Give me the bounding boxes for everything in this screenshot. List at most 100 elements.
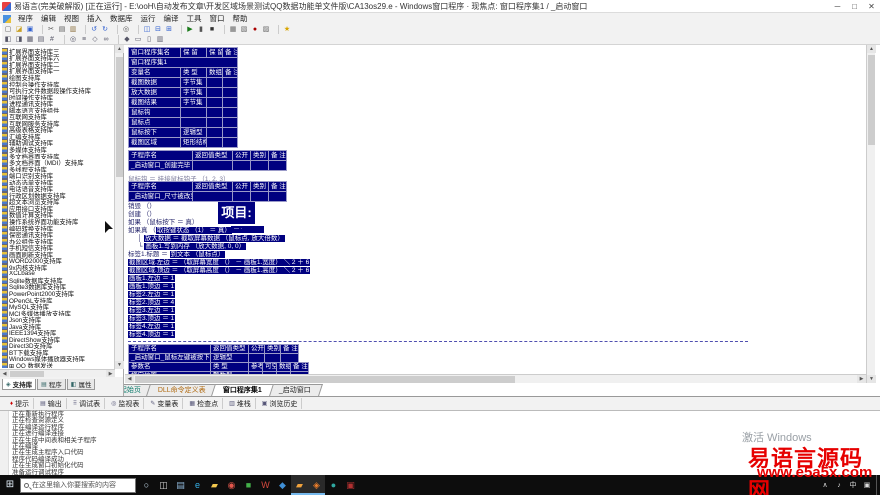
cut-icon[interactable]: ✂ [42, 25, 56, 34]
menu-item[interactable]: 帮助 [229, 13, 252, 24]
variable-name-cell[interactable]: 放大数据 [129, 88, 181, 98]
table-header-cell[interactable]: 类 型 [211, 363, 249, 372]
menu-item[interactable]: 工具 [183, 13, 206, 24]
app-chrome-icon[interactable]: ◉ [223, 475, 240, 495]
app-elang-icon[interactable]: ◈ [308, 475, 325, 495]
pause-icon[interactable]: ▮ [196, 25, 206, 34]
table-header-cell[interactable]: 备 注 [281, 345, 299, 354]
menu-item[interactable]: 编辑 [37, 13, 60, 24]
variable-name-cell[interactable]: 鼠标点 [129, 118, 181, 128]
output-tab-button[interactable]: ⠿ 调试表 [69, 398, 105, 409]
table-header-cell[interactable]: 备 注 [223, 68, 238, 78]
code-line[interactable]: 画板1.左边 ＝ 1 [128, 275, 828, 283]
table-header-cell[interactable]: 可空 [263, 363, 277, 372]
grid-icon[interactable]: ▦ [25, 35, 35, 44]
variable-type-cell[interactable]: 字节集 [181, 88, 207, 98]
open-file-icon[interactable]: ◪ [14, 25, 24, 34]
package-icon[interactable]: ▨ [261, 25, 271, 34]
editor-tab[interactable]: DLL命令定义表 [146, 384, 218, 396]
app-blue-icon[interactable]: ◆ [274, 475, 291, 495]
variable-row[interactable]: 鼠标钩 [129, 108, 238, 118]
left-panel-tab[interactable]: ◈ 支持库 [2, 379, 36, 390]
table-header-cell[interactable]: 保 留 [181, 48, 207, 58]
output-tab-button[interactable]: ▦ 检查点 [185, 398, 223, 409]
scrollbar-thumb[interactable] [868, 55, 875, 145]
table-header-cell[interactable]: 子程序名 [129, 345, 211, 354]
editor-vertical-scrollbar[interactable]: ▲ ▼ [866, 45, 875, 383]
scrollbar-thumb[interactable] [116, 57, 123, 177]
copy-icon[interactable]: ▤ [57, 25, 67, 34]
scrollbar-thumb[interactable] [135, 376, 515, 383]
variable-name-cell[interactable]: 截图结果 [129, 98, 181, 108]
variable-name-cell[interactable]: 鼠标钩 [129, 108, 181, 118]
variable-row[interactable]: 鼠标点 [129, 118, 238, 128]
save-icon[interactable]: ▣ [25, 25, 35, 34]
link-icon[interactable]: ∞ [101, 35, 111, 44]
stop-icon[interactable]: ■ [207, 25, 217, 34]
output-tab-button[interactable]: ✎ 变量表 [146, 398, 183, 409]
scroll-up-icon[interactable]: ▲ [115, 45, 124, 53]
cortana-icon[interactable]: ○ [138, 475, 155, 495]
mark-icon[interactable]: ◆ [118, 35, 132, 44]
table-header-cell[interactable]: 类 型 [181, 68, 207, 78]
debug-icon[interactable]: ▧ [239, 25, 249, 34]
table-header-cell[interactable]: 公开 [249, 345, 265, 354]
variable-type-cell[interactable]: 逻辑型 [181, 128, 207, 138]
code-editor-area[interactable]: 窗口程序集名保 留保 留备 注 窗口程序集1 变量名类 型数组备 注 截图数据 … [125, 45, 866, 374]
app-darkred-icon[interactable]: ▣ [342, 475, 359, 495]
table-header-cell[interactable]: 窗口程序集名 [129, 48, 181, 58]
taskview-icon[interactable]: ◫ [155, 475, 172, 495]
menu-item[interactable]: 编译 [160, 13, 183, 24]
table-header-cell[interactable]: 备 注 [291, 363, 309, 372]
app-green-icon[interactable]: ■ [240, 475, 257, 495]
variable-row[interactable]: 截图区域 矩形结构 [129, 138, 238, 148]
tag-icon[interactable]: ◇ [90, 35, 100, 44]
editor-horizontal-scrollbar[interactable]: ◀ ▶ [125, 374, 866, 383]
code-line[interactable]: 标签3.顶边 ＝ 1 [128, 315, 828, 323]
frame-icon[interactable]: ▭ [133, 35, 143, 44]
table-header-cell[interactable]: 数组 [277, 363, 291, 372]
app-teal-icon[interactable]: ● [325, 475, 342, 495]
subroutine-name-cell[interactable]: _启动窗口_创建完毕 [129, 161, 193, 171]
code-line[interactable]: 标签4.顶边 ＝ 1 [128, 331, 828, 339]
minimize-button[interactable]: ─ [829, 0, 846, 13]
assembly-name-cell[interactable]: 窗口程序集1 [129, 58, 238, 68]
scroll-down-icon[interactable]: ▼ [115, 361, 124, 369]
output-tab-button[interactable]: ◎ 监视表 [107, 398, 144, 409]
library-vertical-scrollbar[interactable]: ▲ ▼ [114, 45, 123, 369]
left-panel-tab[interactable]: ▤ 程序 [37, 379, 66, 390]
code-line[interactable]: └ 画板1.写到内存 （放大数据, 0, 0） [128, 243, 828, 251]
window-split-3-icon[interactable]: ⊞ [164, 25, 174, 34]
menu-list-icon[interactable]: ▥ [155, 35, 165, 44]
variable-type-cell[interactable]: 字节集 [181, 98, 207, 108]
table-header-cell[interactable]: 公开 [233, 182, 251, 192]
variable-type-cell[interactable]: 矩形结构 [181, 138, 207, 148]
variable-type-cell[interactable]: 字节集 [181, 78, 207, 88]
app-orange-folder-icon[interactable]: ▰ [291, 475, 308, 495]
table-header-cell[interactable]: 返回值类型 [211, 345, 249, 354]
compile-icon[interactable]: ▦ [224, 25, 238, 34]
find-icon[interactable]: ◎ [117, 25, 131, 34]
variable-name-cell[interactable]: 截图数据 [129, 78, 181, 88]
table-header-cell[interactable]: 类别 [251, 151, 269, 161]
code-line[interactable]: 标签4.左边 ＝ 1 [128, 323, 828, 331]
library-item[interactable]: ⊞ QQ 数据发送 [2, 362, 113, 368]
breakpoint-icon[interactable]: ● [250, 25, 260, 34]
run-icon[interactable]: ▶ [181, 25, 195, 34]
output-tab-button[interactable]: ▣ 浏览历史 [258, 398, 303, 409]
taskbar-search-input[interactable]: 在这里输入你要搜索的内容 [20, 478, 136, 493]
list-icon[interactable]: ≡ [79, 35, 89, 44]
app-edge-icon[interactable]: e [189, 475, 206, 495]
options-icon[interactable]: ★ [278, 25, 292, 34]
menu-item[interactable]: 数据库 [106, 13, 137, 24]
library-horizontal-scrollbar[interactable]: ◀ ▶ [0, 369, 115, 377]
variable-name-cell[interactable]: 鼠标按下 [129, 128, 181, 138]
variable-row[interactable]: 放大数据 字节集 [129, 88, 238, 98]
code-line[interactable]: 标签2.左边 ＝ 1 [128, 291, 828, 299]
new-file-icon[interactable]: ▢ [3, 25, 13, 34]
output-tab-button[interactable]: ▤ 输出 [36, 398, 67, 409]
editor-tab[interactable]: _启动窗口 [267, 384, 323, 396]
table-header-cell[interactable]: 子程序名 [129, 182, 193, 192]
variable-name-cell[interactable]: 截图区域 [129, 138, 181, 148]
view-code-icon[interactable]: ◨ [14, 35, 24, 44]
